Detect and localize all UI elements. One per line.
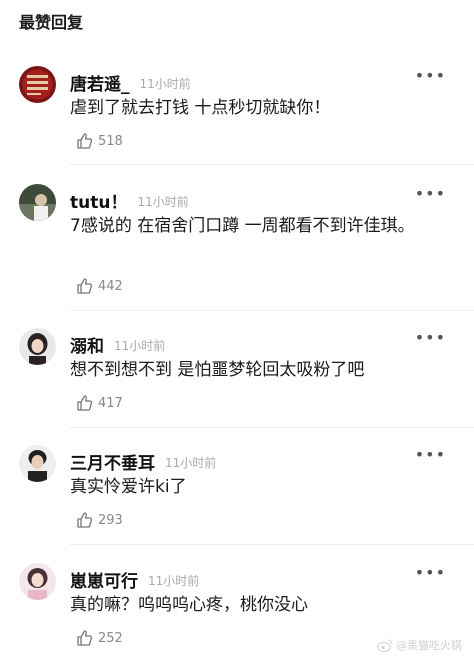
like-button[interactable]: 293 (76, 511, 123, 529)
comment-text: 想不到想不到 是怕噩梦轮回太吸粉了吧 (70, 360, 365, 380)
timestamp: 11小时前 (148, 574, 200, 588)
thumbs-up-icon (77, 630, 93, 646)
timestamp: 11小时前 (139, 77, 191, 91)
section-title: 最赞回复 (19, 13, 84, 32)
like-button[interactable]: 442 (76, 277, 123, 295)
username[interactable]: tutu！ 11小时前 (70, 188, 189, 213)
more-options-icon[interactable]: ••• (415, 66, 446, 85)
watermark: @黑猫吃火锅 (377, 637, 462, 653)
like-count: 417 (98, 395, 123, 411)
like-button[interactable]: 417 (76, 394, 123, 412)
thumbs-up-icon (77, 133, 93, 149)
thumbs-up-icon (77, 512, 93, 528)
avatar[interactable] (19, 563, 56, 600)
avatar[interactable] (19, 445, 56, 482)
like-button[interactable]: 518 (76, 132, 123, 150)
avatar[interactable] (19, 66, 56, 103)
comment-text: 真的嘛？呜呜呜心疼，桃你没心 (70, 595, 308, 615)
divider (70, 164, 474, 165)
weibo-logo-icon (377, 638, 393, 652)
like-count: 442 (98, 278, 123, 294)
username[interactable]: 唐若遥_ 11小时前 (70, 70, 191, 95)
avatar[interactable] (19, 184, 56, 221)
divider (70, 427, 474, 428)
divider (70, 310, 474, 311)
comment-text: 真实怜爱许ki了 (70, 477, 187, 497)
username[interactable]: 三月不垂耳 11小时前 (70, 449, 216, 474)
comment-text: 7感说的 在宿舍门口蹲 一周都看不到许佳琪。 (70, 216, 415, 236)
comment-text: 虐到了就去打钱 十点秒切就缺你！ (70, 98, 331, 118)
thumbs-up-icon (77, 395, 93, 411)
username[interactable]: 溺和 11小时前 (70, 332, 165, 357)
thumbs-up-icon (77, 278, 93, 294)
timestamp: 11小时前 (165, 456, 217, 470)
like-count: 518 (98, 133, 123, 149)
like-count: 293 (98, 512, 123, 528)
like-count: 252 (98, 630, 123, 646)
timestamp: 11小时前 (137, 195, 189, 209)
timestamp: 11小时前 (114, 339, 166, 353)
username[interactable]: 崽崽可行 11小时前 (70, 567, 199, 592)
more-options-icon[interactable]: ••• (415, 328, 446, 347)
more-options-icon[interactable]: ••• (415, 563, 446, 582)
more-options-icon[interactable]: ••• (415, 184, 446, 203)
avatar[interactable] (19, 328, 56, 365)
more-options-icon[interactable]: ••• (415, 445, 446, 464)
divider (70, 544, 474, 545)
like-button[interactable]: 252 (76, 629, 123, 647)
watermark-text: @黑猫吃火锅 (396, 639, 462, 652)
